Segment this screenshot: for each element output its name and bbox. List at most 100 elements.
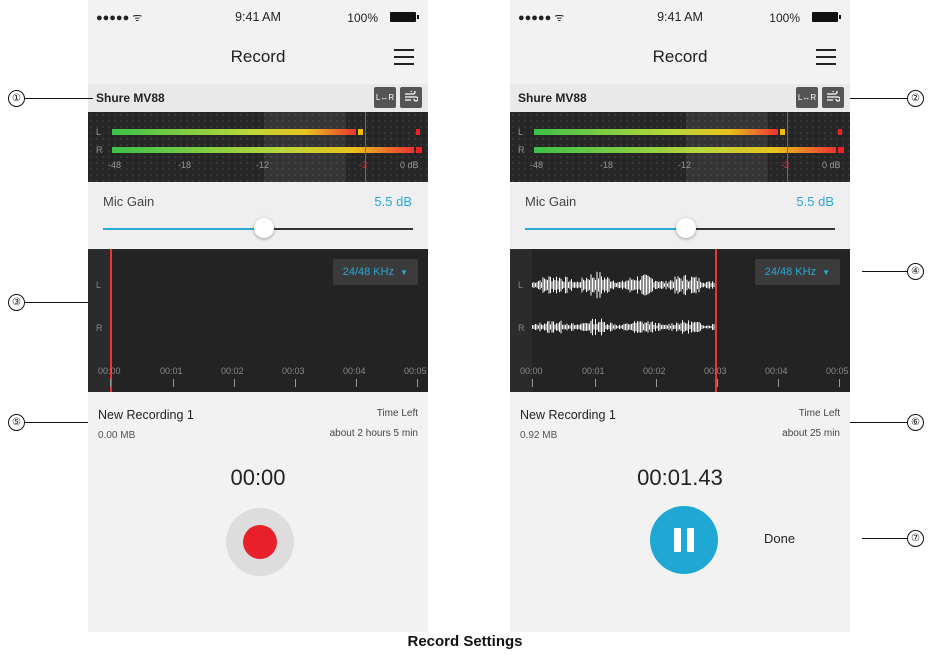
waveform-sample xyxy=(613,280,614,290)
waveform-sample xyxy=(544,323,545,331)
waveform-sample xyxy=(701,282,703,288)
gain-slider-thumb[interactable] xyxy=(254,218,274,238)
wind-filter-button[interactable] xyxy=(822,87,844,108)
waveform-sample xyxy=(623,323,625,331)
waveform-sample xyxy=(611,281,613,289)
sample-rate-dropdown[interactable]: 24/48 KHz ▼ xyxy=(332,259,418,285)
waveform-sample xyxy=(593,277,595,293)
waveform-sample xyxy=(685,274,686,296)
waveform-sample xyxy=(541,324,542,330)
status-bar: ●●●●● ᯤ 9:41 AM 100% xyxy=(510,0,850,36)
waveform-sample xyxy=(571,279,572,291)
waveform-sample xyxy=(665,324,667,330)
waveform-sample xyxy=(550,276,551,294)
gain-slider-track[interactable] xyxy=(263,228,413,230)
time-label: 00:00 xyxy=(98,366,121,376)
recording-timer: 00:01.43 xyxy=(637,465,723,490)
time-label: 00:01 xyxy=(582,366,605,376)
pause-button[interactable] xyxy=(650,506,718,574)
waveform-sample xyxy=(656,325,658,329)
battery-percent: 100% xyxy=(347,11,378,25)
waveform-sample xyxy=(704,325,706,329)
gain-slider-track[interactable] xyxy=(685,228,835,230)
callout-2: ② xyxy=(907,90,924,107)
waveform-sample xyxy=(595,318,596,336)
nav-bar: Record xyxy=(88,36,428,80)
waveform-sample xyxy=(674,276,676,294)
stereo-swap-button[interactable]: L↔R xyxy=(374,87,396,108)
waveform-sample xyxy=(547,280,548,290)
waveform-sample xyxy=(542,277,544,293)
callout-7: ⑦ xyxy=(907,530,924,547)
waveform-sample xyxy=(557,280,559,290)
waveform-sample xyxy=(695,276,697,294)
time-label: 00:03 xyxy=(282,366,305,376)
waveform-sample xyxy=(580,282,581,288)
waveform-sample xyxy=(709,281,710,289)
waveform-sample xyxy=(638,280,640,290)
waveform-sample xyxy=(539,322,541,332)
waveform-sample xyxy=(614,324,616,330)
figure-caption: Record Settings xyxy=(407,633,523,650)
waveform-sample xyxy=(691,276,692,294)
waveform-sample xyxy=(641,321,643,333)
stereo-swap-button[interactable]: L↔R xyxy=(796,87,818,108)
time-left-label: Time Left xyxy=(798,408,840,419)
waveform-sample xyxy=(679,324,680,330)
waveform-sample xyxy=(634,321,635,333)
waveform-sample xyxy=(541,282,542,288)
recording-info: New Recording 1 0.92 MB Time Left about … xyxy=(510,392,850,452)
waveform-sample xyxy=(587,279,589,291)
time-left-value: about 25 min xyxy=(782,428,840,439)
waveform-sample xyxy=(586,277,587,293)
waveform-sample xyxy=(563,281,565,289)
hamburger-menu-icon[interactable] xyxy=(394,49,414,65)
callout-line xyxy=(25,98,93,99)
waveform-sample xyxy=(601,276,602,294)
waveform-sample xyxy=(569,325,571,329)
waveform-sample xyxy=(701,324,703,330)
waveform-sample xyxy=(608,278,610,292)
waveform-sample xyxy=(578,324,580,330)
device-row: Shure MV88 L↔R xyxy=(88,84,428,113)
waveform-sample xyxy=(686,279,688,291)
waveform-sample xyxy=(604,322,605,332)
waveform-sample xyxy=(589,280,590,290)
device-name: Shure MV88 xyxy=(518,91,587,105)
waveform-sample xyxy=(596,324,598,330)
waveform-sample xyxy=(647,321,649,333)
waveform-sample xyxy=(614,282,616,288)
waveform-sample xyxy=(631,279,632,291)
meter-tick: -12 xyxy=(678,160,692,170)
waveform-sample xyxy=(661,325,662,329)
waveform-sample xyxy=(677,276,679,294)
callout-line xyxy=(862,271,907,272)
waveform-sample xyxy=(635,322,637,332)
done-button[interactable]: Done xyxy=(764,531,795,546)
waveform-sample xyxy=(556,323,557,331)
waveform-sample xyxy=(538,281,539,289)
waveform-sample xyxy=(644,274,646,296)
waveform-sample xyxy=(610,322,611,332)
sample-rate-dropdown[interactable]: 24/48 KHz ▼ xyxy=(754,259,840,285)
meter-peak-l xyxy=(358,129,363,135)
waveform-sample xyxy=(703,282,704,288)
waveform-sample xyxy=(547,321,548,333)
gain-slider-thumb[interactable] xyxy=(676,218,696,238)
meter-tick: 0 dB xyxy=(822,160,841,170)
file-size: 0.92 MB xyxy=(520,430,558,441)
waveform-sample xyxy=(662,324,664,330)
waveform-sample xyxy=(553,321,554,333)
waveform-sample xyxy=(650,322,652,332)
hamburger-menu-icon[interactable] xyxy=(816,49,836,65)
wind-filter-button[interactable] xyxy=(400,87,422,108)
waveform-sample xyxy=(571,323,572,331)
waveform-sample xyxy=(620,282,622,288)
time-label: 00:01 xyxy=(160,366,183,376)
waveform-sample xyxy=(697,322,698,332)
waveform-sample xyxy=(623,282,625,288)
record-button[interactable] xyxy=(226,508,294,576)
waveform-sample xyxy=(700,323,701,331)
waveform-sample xyxy=(643,323,644,331)
waveform-sample xyxy=(616,325,617,329)
